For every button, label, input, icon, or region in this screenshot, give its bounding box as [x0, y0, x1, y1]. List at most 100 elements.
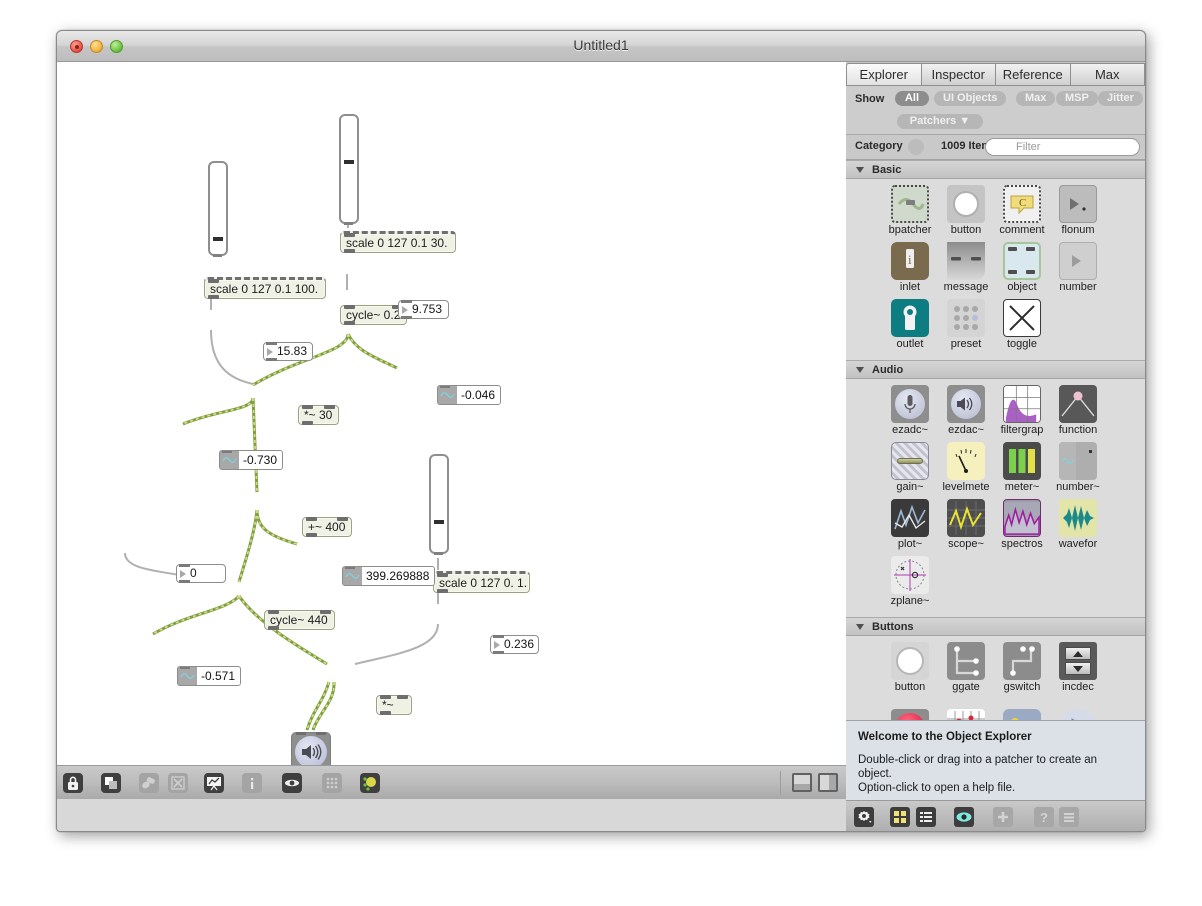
number-tilde-cycle[interactable]: -0.571: [177, 666, 242, 686]
lock-icon[interactable]: [63, 773, 83, 793]
object-ggate[interactable]: ggate: [938, 642, 994, 693]
bpatcher-icon: [891, 185, 929, 223]
debug-icon[interactable]: [360, 773, 380, 793]
object-scale-mid[interactable]: scale 0 127 0.1 30.: [340, 231, 456, 253]
object-meter[interactable]: meter~: [994, 442, 1050, 493]
grid-snap-icon[interactable]: [322, 773, 342, 793]
slider-knob[interactable]: [434, 520, 444, 524]
eye-icon[interactable]: [954, 807, 974, 827]
no-grid-icon[interactable]: [168, 773, 188, 793]
filter-input[interactable]: Filter: [985, 138, 1140, 156]
plus-icon[interactable]: [993, 807, 1013, 827]
panel-right-icon[interactable]: [818, 773, 838, 792]
help-icon[interactable]: ?: [1034, 807, 1054, 827]
flonum-icon: [1059, 185, 1097, 223]
number-tilde-lfo[interactable]: -0.046: [437, 385, 502, 405]
outlet: [306, 533, 317, 537]
inspector-graph-icon[interactable]: [204, 773, 224, 793]
slider-knob[interactable]: [344, 160, 354, 164]
object-comment[interactable]: C comment: [994, 185, 1050, 236]
number-tilde-mult[interactable]: -0.730: [219, 450, 284, 470]
object-mult-30[interactable]: *~ 30: [298, 405, 340, 425]
info-icon[interactable]: [242, 773, 262, 793]
filter-jitter[interactable]: Jitter: [1098, 91, 1143, 106]
slider-mid[interactable]: [339, 114, 359, 225]
object-number[interactable]: number: [1050, 242, 1106, 293]
slider-left[interactable]: [208, 161, 228, 257]
object-cycle-440[interactable]: cycle~ 440: [264, 610, 335, 630]
object-preset[interactable]: preset: [938, 299, 994, 350]
object-flonum[interactable]: flonum: [1050, 185, 1106, 236]
waveform-icon: [1059, 499, 1097, 537]
object-mult-gain[interactable]: *~: [376, 695, 412, 715]
toolbar-view-icon[interactable]: [139, 773, 159, 793]
filter-ui-objects[interactable]: UI Objects: [934, 91, 1007, 106]
object-zplane[interactable]: zplane~: [882, 556, 938, 607]
numberbox-15[interactable]: 15.83: [263, 342, 313, 361]
tab-inspector[interactable]: Inspector: [921, 63, 996, 86]
section-header-buttons[interactable]: Buttons: [846, 617, 1145, 636]
tab-explorer[interactable]: Explorer: [846, 63, 922, 86]
object-led[interactable]: [882, 709, 938, 720]
numberbox-236[interactable]: 0.236: [490, 635, 539, 654]
sidebar-tabs: Explorer Inspector Reference Max: [846, 62, 1145, 86]
grid-view-icon[interactable]: [890, 807, 910, 827]
outlet: [344, 321, 355, 325]
object-outlet[interactable]: outlet: [882, 299, 938, 350]
tab-reference[interactable]: Reference: [996, 63, 1071, 86]
object-label: bpatcher: [888, 224, 932, 236]
category-selector[interactable]: [908, 139, 924, 155]
object-pictctrl[interactable]: [994, 709, 1050, 720]
object-waveform[interactable]: wavefor: [1050, 499, 1106, 550]
slider-knob[interactable]: [213, 237, 223, 241]
section-header-basic[interactable]: Basic: [846, 160, 1145, 179]
object-number-tilde[interactable]: number~: [1050, 442, 1106, 493]
wave-icon: [178, 667, 197, 685]
object-ezadc[interactable]: ezadc~: [882, 385, 938, 436]
number-tilde-value: -0.046: [457, 386, 501, 404]
object-scale-left[interactable]: scale 0 127 0.1 100.: [204, 277, 326, 299]
section-header-audio[interactable]: Audio: [846, 360, 1145, 379]
object-inlet[interactable]: i inlet: [882, 242, 938, 293]
patcher-canvas[interactable]: scale 0 127 0.1 100. scale 0 127 0.1 30.…: [57, 62, 847, 799]
numberbox-zero[interactable]: 0: [176, 564, 226, 583]
object-multislider[interactable]: [938, 709, 994, 720]
object-levelmeter[interactable]: levelmete: [938, 442, 994, 493]
object-scale-right[interactable]: scale 0 127 0. 1.: [433, 571, 530, 593]
object-palette-icon[interactable]: [282, 773, 302, 793]
object-plot[interactable]: plot~: [882, 499, 938, 550]
filter-all[interactable]: All: [895, 91, 929, 106]
object-playbar[interactable]: [1050, 709, 1106, 720]
object-button-2[interactable]: button: [882, 642, 938, 693]
numberbox-9[interactable]: 9.753: [398, 300, 449, 319]
object-message[interactable]: message: [938, 242, 994, 293]
object-gain[interactable]: gain~: [882, 442, 938, 493]
inlet-left: [344, 305, 355, 309]
object-toggle[interactable]: toggle: [994, 299, 1050, 350]
object-incdec[interactable]: incdec: [1050, 642, 1106, 693]
object-function[interactable]: function: [1050, 385, 1106, 436]
object-button[interactable]: button: [938, 185, 994, 236]
tab-max[interactable]: Max: [1070, 63, 1145, 86]
object-add-400[interactable]: +~ 400: [302, 517, 353, 537]
presentation-icon[interactable]: [101, 773, 121, 793]
panel-bottom-icon[interactable]: [792, 773, 812, 792]
list-view-icon[interactable]: [916, 807, 936, 827]
object-scope[interactable]: scope~: [938, 499, 994, 550]
object-spectroscope[interactable]: spectros: [994, 499, 1050, 550]
menu-icon[interactable]: [1059, 807, 1079, 827]
number-tilde-add[interactable]: 399.269888: [342, 566, 436, 586]
object-gswitch[interactable]: gswitch: [994, 642, 1050, 693]
object-list[interactable]: Basic bpatcher button C comment flonum i…: [846, 160, 1145, 720]
object-filtergraph[interactable]: filtergrap: [994, 385, 1050, 436]
outlet: [266, 358, 277, 361]
object-object[interactable]: object: [994, 242, 1050, 293]
filter-msp[interactable]: MSP: [1056, 91, 1098, 106]
gear-icon[interactable]: [854, 807, 874, 827]
filter-max[interactable]: Max: [1016, 91, 1056, 106]
object-ezdac[interactable]: ezdac~: [938, 385, 994, 436]
object-bpatcher[interactable]: bpatcher: [882, 185, 938, 236]
slider-right[interactable]: [429, 454, 449, 555]
patchers-dropdown[interactable]: Patchers ▼: [897, 114, 983, 129]
triangle-down-icon: [856, 167, 864, 173]
